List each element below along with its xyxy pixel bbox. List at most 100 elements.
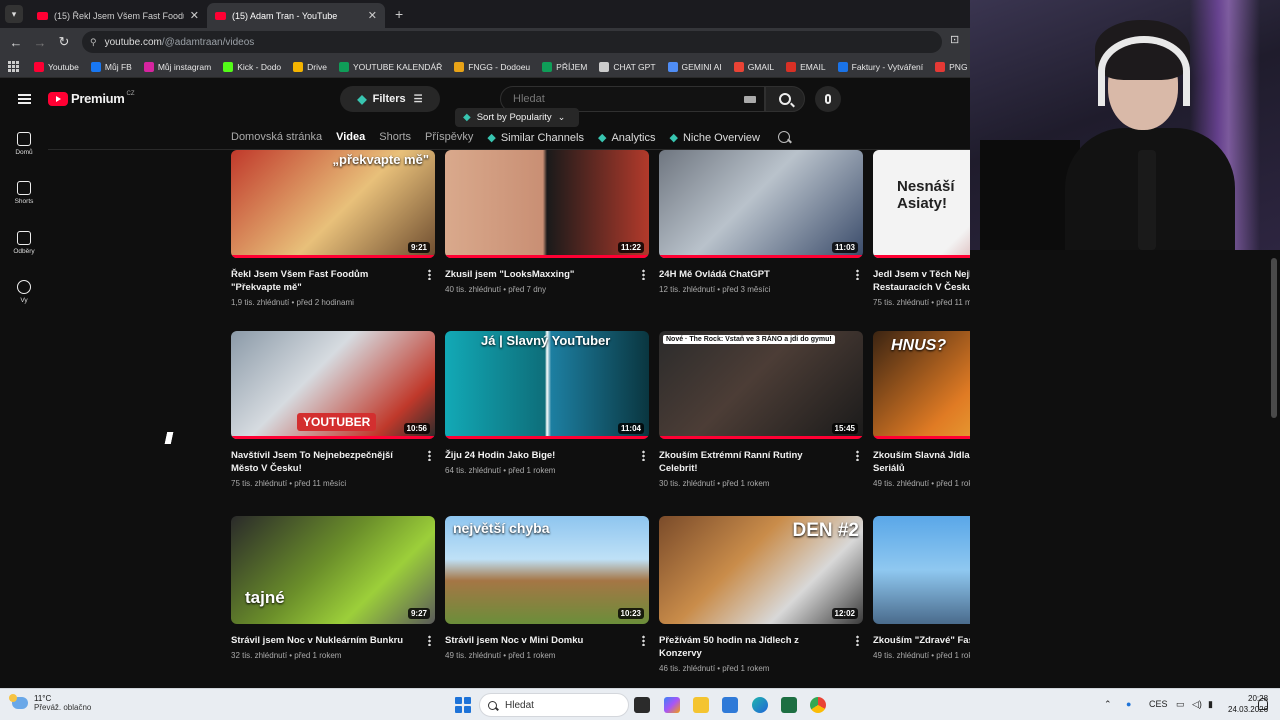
forward-arrow-icon[interactable]: →: [28, 35, 52, 50]
video-thumbnail[interactable]: HNUS?13:50: [873, 331, 970, 439]
extension-tab-3[interactable]: ◆ Niche Overview: [669, 131, 760, 144]
chrome-icon[interactable]: [810, 697, 826, 713]
start-button[interactable]: [455, 697, 471, 713]
bookmark-8[interactable]: PŘÍJEM: [542, 61, 587, 72]
sidebar-item-3[interactable]: Odběry: [10, 231, 38, 255]
video-thumbnail[interactable]: YOUTUBER 10:56: [231, 331, 435, 439]
video-card[interactable]: největší chyba 10:23 Strávil jsem Noc v Mi…: [445, 516, 649, 660]
video-thumbnail[interactable]: Nesnáší Asiaty!: [873, 150, 970, 258]
more-options-icon[interactable]: [428, 635, 431, 646]
video-card[interactable]: YOUTUBER 10:56 Navštívil Jsem To Nejnebezp…: [231, 331, 435, 488]
chevron-up-icon[interactable]: ⌃: [1104, 699, 1112, 710]
taskbar-search[interactable]: Hledat: [479, 693, 629, 717]
video-card[interactable]: 11:22 Zkusil jsem "LooksMaxxing" 40 tis. z…: [445, 150, 649, 294]
video-thumbnail[interactable]: největší chyba 10:23: [445, 516, 649, 624]
language-indicator[interactable]: CES: [1149, 699, 1168, 709]
more-options-icon[interactable]: [856, 269, 859, 280]
video-title[interactable]: Zkouším Extrémní Ranní Rutiny Celebrit!: [659, 449, 863, 475]
video-card[interactable]: Já | Slavný YouTuber 11:04 Žiju 24 Hodin J…: [445, 331, 649, 475]
video-card[interactable]: tajné 9:27 Strávil jsem Noc v Nukleárním B…: [231, 516, 435, 660]
network-icon[interactable]: ▭: [1176, 699, 1185, 710]
more-options-icon[interactable]: [642, 635, 645, 646]
video-card[interactable]: 11:03 24H Mě Ovládá ChatGPT 12 tis. zhlédn…: [659, 150, 863, 294]
video-card[interactable]: Nové · The Rock: Vstaň ve 3 RÁNO a jdi d…: [659, 331, 863, 488]
bookmark-1[interactable]: Youtube: [34, 61, 79, 72]
close-tab-icon[interactable]: ✕: [190, 9, 199, 22]
video-title[interactable]: Navštívil Jsem To Nejnebezpečnější Město…: [231, 449, 435, 475]
voice-search-button[interactable]: [815, 86, 841, 112]
bookmark-12[interactable]: EMAIL: [786, 61, 826, 72]
video-title[interactable]: Jedl Jsem v Těch Nejbizarnějších Restaur…: [873, 268, 970, 294]
more-options-icon[interactable]: [642, 269, 645, 280]
more-options-icon[interactable]: [856, 450, 859, 461]
sidebar-item-1[interactable]: Domů: [10, 132, 38, 156]
video-card[interactable]: „překvapte mě" 9:21 Řekl Jsem Všem Fast Fo…: [231, 150, 435, 307]
more-options-icon[interactable]: [856, 635, 859, 646]
more-options-icon[interactable]: [642, 450, 645, 461]
page-scrollbar[interactable]: [1271, 258, 1277, 418]
back-arrow-icon[interactable]: ←: [4, 35, 28, 50]
video-thumbnail[interactable]: Já | Slavný YouTuber 11:04: [445, 331, 649, 439]
tab-search-button[interactable]: ▾: [5, 5, 23, 23]
more-options-icon[interactable]: [428, 450, 431, 461]
bookmark-2[interactable]: Můj FB: [90, 61, 132, 72]
video-title[interactable]: Zkusil jsem "LooksMaxxing": [445, 268, 649, 281]
bookmark-3[interactable]: Můj instagram: [143, 61, 211, 72]
bookmark-6[interactable]: YOUTUBE KALENDÁŘ: [338, 61, 442, 72]
video-thumbnail[interactable]: tajné 9:27: [231, 516, 435, 624]
new-tab-icon[interactable]: +: [395, 6, 403, 22]
video-card[interactable]: Nesnáší Asiaty! Jedl Jsem v Těch Nejbizar…: [873, 150, 970, 307]
video-title[interactable]: Přežívám 50 hodin na Jídlech z Konzervy: [659, 634, 863, 660]
bookmark-7[interactable]: FNGG - Dodoeu: [454, 61, 530, 72]
weather-widget[interactable]: 11°C Převáž. oblačno: [9, 694, 91, 712]
bookmark-10[interactable]: GEMINI AI: [667, 61, 722, 72]
video-title[interactable]: Řekl Jsem Všem Fast Foodům "Překvapte mě…: [231, 268, 435, 294]
video-title[interactable]: 24H Mě Ovládá ChatGPT: [659, 268, 863, 281]
video-thumbnail[interactable]: 100g Bílkovin8:12: [873, 516, 970, 624]
sort-dropdown[interactable]: ◆ Sort by Popularity ⌄: [455, 108, 579, 127]
bookmark-4[interactable]: Kick - Dodo: [223, 61, 281, 72]
video-thumbnail[interactable]: „překvapte mě" 9:21: [231, 150, 435, 258]
url-bar[interactable]: ⚲ youtube.com/@adamtraan/videos: [82, 31, 942, 53]
video-card[interactable]: 100g Bílkovin8:12 Zkouším "Zdravé" Fast F…: [873, 516, 970, 660]
microphone-tray-icon[interactable]: ●: [1126, 699, 1131, 709]
keyboard-icon[interactable]: [744, 96, 756, 103]
video-thumbnail[interactable]: 11:03: [659, 150, 863, 258]
video-thumbnail[interactable]: DEN #2 12:02: [659, 516, 863, 624]
bookmark-13[interactable]: Faktury - Vytváření: [837, 61, 923, 72]
close-tab-icon[interactable]: ✕: [368, 9, 377, 22]
volume-icon[interactable]: ◁): [1192, 699, 1202, 710]
site-info-icon[interactable]: ⚲: [90, 37, 97, 48]
copilot-icon[interactable]: [664, 697, 680, 713]
reload-icon[interactable]: ↻: [52, 34, 76, 50]
youtube-premium-logo[interactable]: Premium CZ: [48, 91, 135, 106]
task-view-icon[interactable]: [634, 697, 650, 713]
extension-tab-2[interactable]: ◆ Analytics: [598, 131, 656, 144]
sidebar-item-2[interactable]: Shorts: [10, 181, 38, 205]
bookmark-5[interactable]: Drive: [293, 61, 327, 72]
battery-icon[interactable]: ▮: [1208, 699, 1213, 710]
file-explorer-icon[interactable]: [693, 697, 709, 713]
sidebar-item-4[interactable]: Vy: [10, 280, 38, 304]
channel-search-icon[interactable]: [777, 131, 790, 143]
notification-bell-icon[interactable]: [1258, 698, 1268, 710]
menu-icon[interactable]: [18, 94, 31, 104]
video-thumbnail[interactable]: Nové · The Rock: Vstaň ve 3 RÁNO a jdi d…: [659, 331, 863, 439]
channel-tab-1[interactable]: Domovská stránka: [231, 131, 322, 143]
edge-icon[interactable]: [752, 697, 768, 713]
video-title[interactable]: Strávil jsem Noc v Mini Domku: [445, 634, 649, 647]
bookmark-9[interactable]: CHAT GPT: [599, 61, 656, 72]
channel-tab-3[interactable]: Shorts: [379, 131, 411, 143]
filters-button[interactable]: ◆ Filters ☰: [340, 86, 440, 112]
video-title[interactable]: Žiju 24 Hodin Jako Bige!: [445, 449, 649, 462]
bookmark-11[interactable]: GMAIL: [733, 61, 774, 72]
video-card[interactable]: DEN #2 12:02 Přežívám 50 hodin na Jídlech …: [659, 516, 863, 673]
extension-tab-1[interactable]: ◆ Similar Channels: [487, 131, 584, 144]
excel-icon[interactable]: [781, 697, 797, 713]
search-button[interactable]: [765, 86, 805, 112]
channel-tab-4[interactable]: Příspěvky: [425, 131, 473, 143]
video-thumbnail[interactable]: 11:22: [445, 150, 649, 258]
video-title[interactable]: Strávil jsem Noc v Nukleárním Bunkru: [231, 634, 435, 647]
apps-grid-icon[interactable]: [8, 60, 20, 73]
browser-tab-active[interactable]: (15) Adam Tran - YouTube ✕: [207, 3, 385, 28]
